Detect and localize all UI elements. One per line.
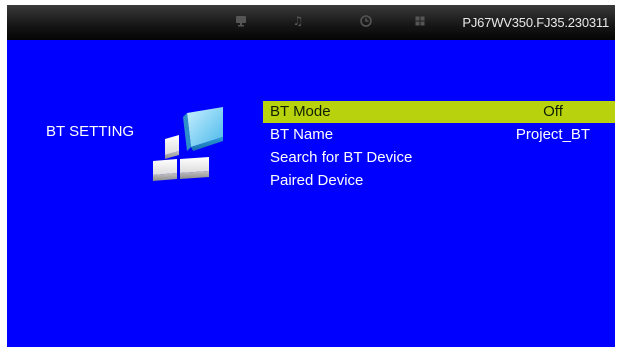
menu-item-bt-name[interactable]: BT Name Project_BT (263, 124, 615, 146)
firmware-version: PJ67WV350.FJ35.230311 (462, 15, 609, 30)
menu-item-label: Paired Device (270, 172, 364, 189)
menu-item-bt-mode[interactable]: BT Mode Off (263, 101, 615, 123)
grid-icon[interactable] (413, 14, 427, 28)
bt-settings-menu: BT Mode Off BT Name Project_BT Search fo… (263, 101, 615, 193)
section-title: BT SETTING (46, 123, 135, 140)
menu-item-paired-device[interactable]: Paired Device (263, 170, 615, 192)
bt-settings-blocks-icon (143, 105, 225, 181)
menu-item-label: BT Mode (270, 103, 331, 120)
menu-item-value: Project_BT (515, 126, 591, 143)
music-note-icon[interactable]: ♫ (291, 14, 305, 28)
clock-icon[interactable] (359, 14, 373, 28)
top-bar: ♫ PJ67WV350.FJ35.230311 (7, 5, 615, 40)
menu-item-label: BT Name (270, 126, 334, 143)
monitor-icon[interactable] (234, 14, 248, 28)
menu-item-value: Off (543, 103, 563, 120)
projector-menu-screen: ♫ PJ67WV350.FJ35.230311 BT SETTING BT Mo… (7, 5, 615, 347)
menu-item-label: Search for BT Device (270, 149, 413, 166)
menu-item-search-bt-device[interactable]: Search for BT Device (263, 147, 615, 169)
